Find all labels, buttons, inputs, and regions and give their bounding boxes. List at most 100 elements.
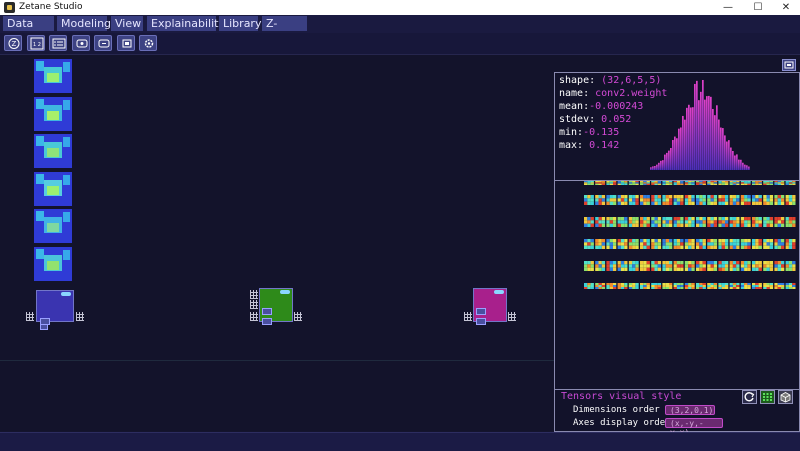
weight-tile (707, 239, 718, 249)
menu-explainability[interactable]: Explainability (147, 16, 225, 31)
weight-tile (740, 283, 751, 289)
weight-tile (684, 239, 695, 249)
output-tensor-icon[interactable] (294, 312, 302, 321)
weight-tile (729, 283, 740, 289)
weight-tile (696, 239, 706, 249)
weight-tile (673, 217, 684, 227)
weight-tile (785, 217, 796, 227)
menu-view[interactable]: View (111, 16, 143, 31)
feature-map-thumbnail[interactable] (34, 209, 72, 243)
window-title: Zetane Studio (19, 2, 83, 12)
grid-style-icon (763, 393, 772, 401)
export-button[interactable] (117, 35, 135, 51)
histogram-bar (704, 99, 706, 170)
output-tensor-icon[interactable] (508, 312, 516, 321)
minimize-button[interactable]: — (714, 0, 742, 15)
refresh-icon (744, 392, 755, 402)
menu-data-io[interactable]: Data I/O (3, 16, 54, 45)
canvas-guide-line (0, 360, 555, 361)
weight-tile (651, 261, 662, 271)
output-tensor-icon[interactable] (76, 312, 84, 321)
add-node-button[interactable] (72, 35, 90, 51)
feature-map-thumbnail[interactable] (34, 247, 72, 281)
weight-tile (707, 217, 718, 227)
close-button[interactable]: ✕ (772, 0, 800, 15)
weight-tile (595, 239, 606, 249)
histogram-bar (708, 95, 710, 170)
maximize-button[interactable]: ☐ (744, 0, 772, 15)
menu-library[interactable]: Library (219, 16, 261, 31)
histogram-bar (668, 150, 670, 170)
node-port[interactable] (476, 318, 486, 325)
input-tensor-icon[interactable] (464, 312, 472, 321)
connect-button[interactable] (94, 35, 112, 51)
histogram-bar (712, 108, 714, 170)
zoom-button[interactable]: Z (4, 35, 22, 51)
histogram-bar (698, 100, 700, 170)
weight-tile (617, 239, 628, 249)
weight-tensor-icon[interactable] (250, 300, 258, 309)
histogram-bar (666, 152, 668, 170)
weight-tile (684, 181, 695, 185)
histogram-bar (702, 80, 704, 170)
histogram-bar (732, 151, 734, 170)
dimensions-order-field[interactable]: (3,2,0,1) (665, 405, 715, 415)
svg-text:Z: Z (12, 40, 17, 48)
menu-z-editing[interactable]: Z-editing (262, 16, 307, 45)
panel-toggle-button[interactable] (782, 59, 796, 71)
histogram-bar (672, 140, 674, 170)
weight-tile (651, 239, 662, 249)
weight-tile (752, 261, 762, 271)
model-node-pool[interactable] (473, 288, 507, 322)
weight-tile (718, 261, 729, 271)
refresh-style-button[interactable] (742, 390, 757, 404)
histogram-bar (728, 140, 730, 170)
weight-tile (673, 283, 684, 289)
histogram-bar (736, 154, 738, 170)
weight-tensor-icon[interactable] (250, 290, 258, 299)
menu-modeling[interactable]: Modeling (57, 16, 111, 31)
grid-style-button[interactable] (760, 390, 775, 404)
list-button[interactable] (49, 35, 67, 51)
input-tensor-icon[interactable] (250, 312, 258, 321)
weight-tile (584, 239, 594, 249)
weight-tile (763, 283, 774, 289)
feature-map-thumbnail[interactable] (34, 59, 72, 93)
weight-tile (785, 195, 796, 205)
node-status-pill (494, 290, 504, 294)
weight-tile (606, 261, 617, 271)
histogram-bar (724, 135, 726, 170)
model-node-relu[interactable] (259, 288, 293, 322)
feature-map-thumbnail[interactable] (34, 134, 72, 168)
node-port[interactable] (40, 324, 48, 330)
weight-tile (673, 261, 684, 271)
histogram-bar (748, 166, 750, 170)
weight-tile (595, 195, 606, 205)
histogram-bar (742, 162, 744, 170)
histogram-bar (690, 107, 692, 170)
weight-tile (662, 261, 673, 271)
weight-tile (752, 217, 762, 227)
node-port[interactable] (262, 308, 272, 315)
feature-map-thumbnail[interactable] (34, 172, 72, 206)
weight-tile (640, 181, 650, 185)
node-port[interactable] (476, 308, 486, 315)
histogram-bar (694, 83, 696, 170)
weight-tile (763, 217, 774, 227)
weight-tile-grid[interactable] (584, 181, 798, 289)
weight-tile (763, 239, 774, 249)
weight-tile (595, 283, 606, 289)
histogram-bar (692, 107, 694, 170)
input-tensor-icon[interactable] (26, 312, 34, 321)
settings-button[interactable] (139, 35, 157, 51)
weight-tile (684, 283, 695, 289)
menu-bar: Data I/O Modeling View Explainability Li… (0, 15, 800, 45)
histogram-bar (714, 115, 716, 170)
weight-tile (774, 217, 785, 227)
title-bar: Zetane Studio — ☐ ✕ (0, 0, 800, 16)
number-button[interactable]: 1 2 (27, 35, 45, 51)
feature-map-thumbnail[interactable] (34, 97, 72, 131)
axes-display-order-field[interactable]: (x,-y,-y,x) (665, 418, 723, 437)
cube-style-button[interactable] (778, 390, 793, 404)
node-port[interactable] (262, 318, 272, 325)
